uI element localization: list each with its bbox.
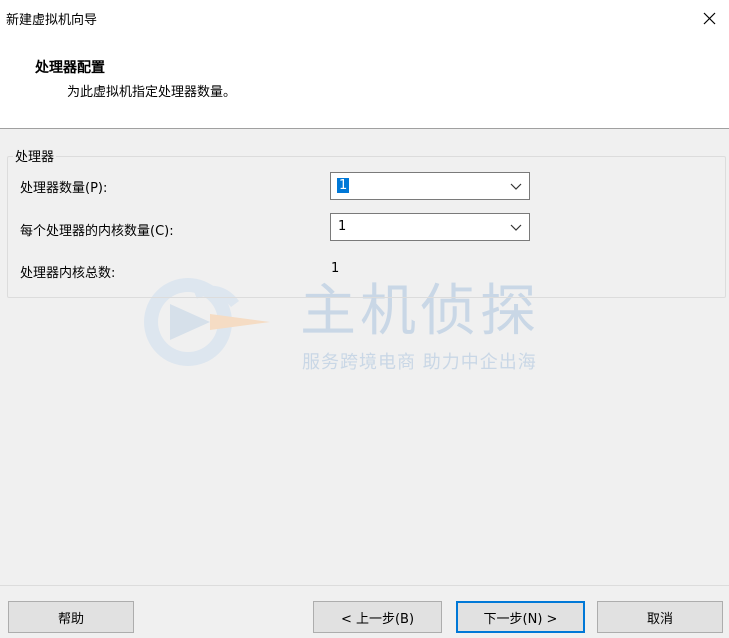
next-button[interactable]: 下一步(N) > [456,601,585,633]
processor-count-value: 1 [337,178,350,193]
processor-count-label: 处理器数量(P): [20,181,108,196]
chevron-down-icon [510,183,522,190]
cores-per-processor-label: 每个处理器的内核数量(C): [20,224,174,239]
page-title: 处理器配置 [35,60,105,76]
back-button[interactable]: < 上一步(B) [313,601,442,633]
chevron-down-icon [510,224,522,231]
window-title: 新建虚拟机向导 [6,13,98,28]
close-button[interactable] [689,0,729,36]
help-button[interactable]: 帮助 [8,601,134,633]
cancel-button[interactable]: 取消 [597,601,723,633]
total-cores-value: 1 [331,261,340,276]
processor-group-legend: 处理器 [13,146,57,165]
total-cores-label: 处理器内核总数: [20,266,116,281]
cores-per-processor-select[interactable]: 1 [330,213,530,241]
wizard-header: 处理器配置 为此虚拟机指定处理器数量。 [0,36,729,128]
page-subtitle: 为此虚拟机指定处理器数量。 [67,85,237,100]
processor-count-select[interactable]: 1 [330,172,530,200]
cores-per-processor-value: 1 [338,219,347,234]
close-icon [703,12,715,24]
title-bar: 新建虚拟机向导 [0,0,729,36]
